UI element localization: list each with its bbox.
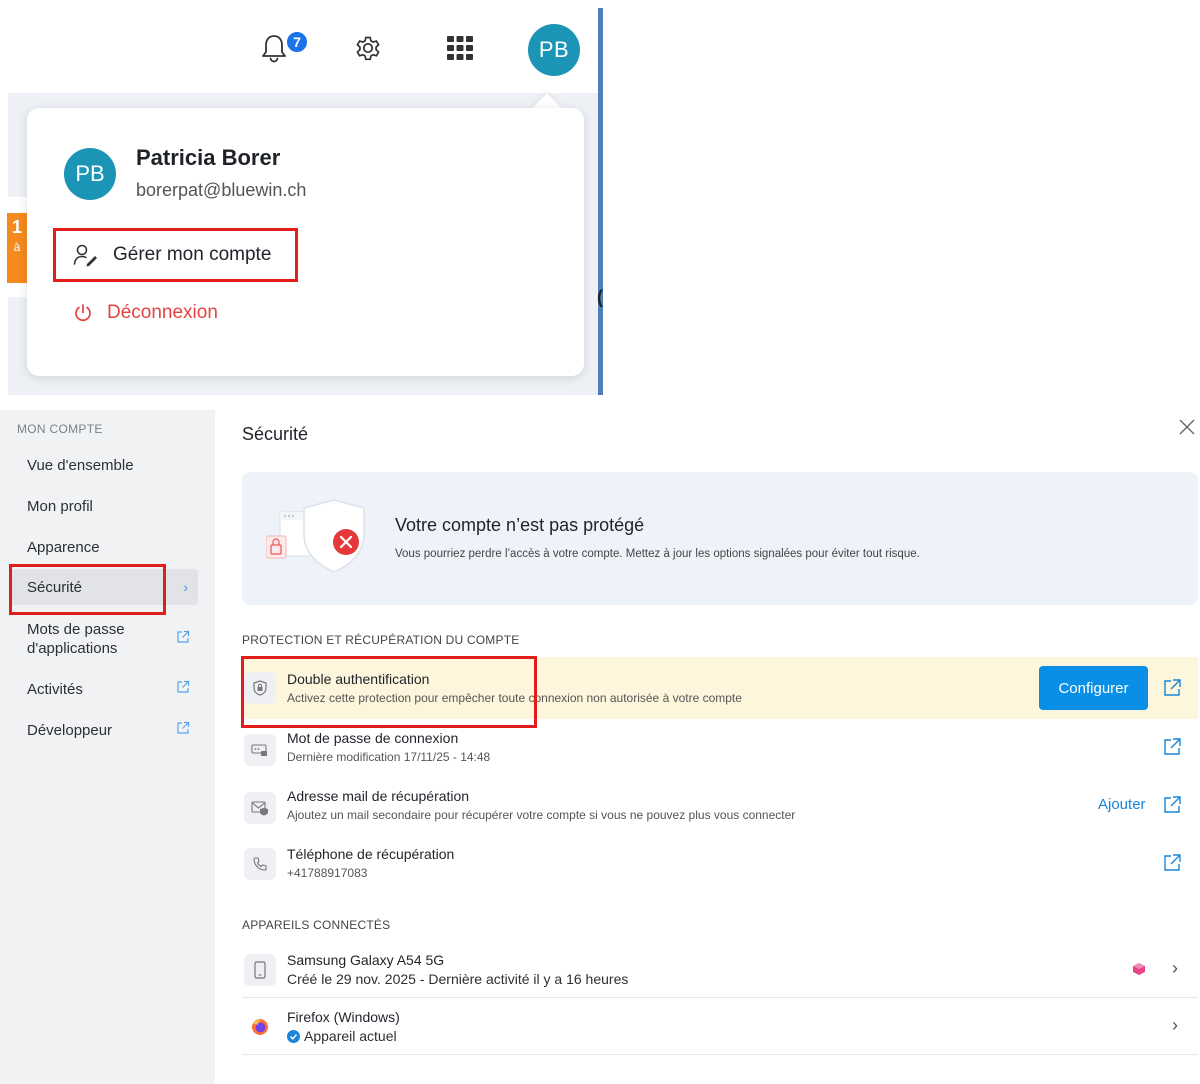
- power-icon: [75, 304, 91, 322]
- sidebar-item-overview[interactable]: Vue d'ensemble: [10, 452, 198, 478]
- logout-label: Déconnexion: [107, 302, 218, 323]
- sidebar-item-profile[interactable]: Mon profil: [10, 493, 198, 519]
- background-text-fragment: (: [597, 287, 603, 307]
- sidebar-item-security[interactable]: Sécurité ›: [10, 569, 198, 605]
- settings-button[interactable]: [348, 28, 388, 68]
- row-title: Double authentification: [287, 671, 430, 687]
- side-tab-number: 1: [11, 217, 22, 237]
- manage-account-button[interactable]: Gérer mon compte: [53, 228, 298, 282]
- external-link-icon: [176, 721, 190, 739]
- check-circle-icon: [287, 1029, 300, 1043]
- apps-grid-icon: [447, 36, 473, 60]
- device-row[interactable]: Samsung Galaxy A54 5G Créé le 29 nov. 20…: [242, 942, 1198, 998]
- devices-section-heading: APPAREILS CONNECTÉS: [242, 918, 391, 932]
- user-email: borerpat@bluewin.ch: [136, 180, 307, 200]
- sidebar-item-label: Apparence: [27, 538, 100, 556]
- shield-lock-icon: [244, 672, 276, 704]
- user-name: Patricia Borer: [136, 145, 281, 170]
- manage-account-label: Gérer mon compte: [113, 244, 272, 265]
- chevron-right-icon: ›: [1172, 958, 1178, 978]
- close-icon: [1179, 419, 1195, 435]
- account-menu-screenshot: 1 à ( 7 PB PB Patricia Borer borerpat@bl: [0, 0, 610, 395]
- side-tab-letter: à: [13, 240, 21, 254]
- close-button[interactable]: [1178, 418, 1196, 441]
- row-subtitle: Dernière modification 17/11/25 - 14:48: [287, 750, 491, 764]
- unprotected-shield-illustration: [266, 499, 365, 573]
- external-link-icon: [176, 680, 190, 698]
- device-row[interactable]: Firefox (Windows) Appareil actuel ›: [242, 999, 1198, 1055]
- apps-button[interactable]: [440, 28, 480, 68]
- protection-section-heading: PROTECTION ET RÉCUPÉRATION DU COMPTE: [242, 633, 520, 647]
- external-link-icon[interactable]: [1162, 737, 1182, 762]
- security-warning-banner: [242, 472, 1198, 605]
- row-title: Téléphone de récupération: [287, 846, 455, 862]
- firefox-icon: [244, 1011, 276, 1043]
- sidebar-item-developer[interactable]: Développeur: [10, 717, 198, 743]
- logout-button[interactable]: Déconnexion: [73, 302, 218, 324]
- user-edit-icon: [73, 244, 97, 267]
- device-name: Samsung Galaxy A54 5G: [287, 952, 445, 968]
- external-link-icon[interactable]: [1162, 795, 1182, 820]
- popup-avatar: PB: [64, 148, 116, 200]
- device-detail: Créé le 29 nov. 2025 - Dernière activité…: [287, 971, 629, 987]
- row-title: Adresse mail de récupération: [287, 788, 470, 804]
- row-title: Mot de passe de connexion: [287, 730, 459, 746]
- sidebar-item-appearance[interactable]: Apparence: [10, 534, 198, 560]
- sidebar-item-activities[interactable]: Activités: [10, 676, 198, 702]
- add-recovery-email-link[interactable]: Ajouter: [1098, 796, 1146, 813]
- banner-subtitle: Vous pourriez perdre l’accès à votre com…: [395, 548, 920, 560]
- sidebar-item-label: Sécurité: [27, 578, 83, 596]
- external-link-icon[interactable]: [1162, 853, 1182, 878]
- app-cube-icon: [1132, 962, 1146, 981]
- banner-title: Votre compte n’est pas protégé: [395, 515, 645, 535]
- sidebar-item-app-passwords[interactable]: Mots de passe d'applications: [10, 619, 198, 659]
- notification-count-badge: 7: [285, 30, 309, 54]
- login-password-row: Mot de passe de connexion Dernière modif…: [242, 724, 1198, 774]
- recovery-phone-row: Téléphone de récupération +41788917083: [242, 840, 1198, 890]
- sidebar-heading: MON COMPTE: [17, 422, 103, 436]
- device-name: Firefox (Windows): [287, 1009, 400, 1025]
- sidebar-item-label: Mots de passe d'applications: [27, 621, 125, 657]
- smartphone-icon: [244, 954, 276, 986]
- phone-icon: [244, 848, 276, 880]
- chevron-right-icon: ›: [1172, 1015, 1178, 1035]
- current-device-badge: Appareil actuel: [287, 1028, 397, 1044]
- configure-button[interactable]: Configurer: [1039, 666, 1148, 710]
- gear-icon: [356, 36, 380, 61]
- window-edge: [598, 8, 603, 395]
- external-link-icon[interactable]: [1162, 678, 1182, 703]
- device-detail: Appareil actuel: [304, 1028, 397, 1044]
- row-subtitle: +41788917083: [287, 866, 368, 880]
- mail-shield-icon: [244, 792, 276, 824]
- bell-icon: [262, 35, 286, 63]
- sidebar-item-label: Activités: [27, 680, 83, 698]
- sidebar-item-label: Mon profil: [27, 497, 93, 515]
- user-avatar-button[interactable]: PB: [528, 24, 580, 76]
- password-icon: [244, 734, 276, 766]
- page-title: Sécurité: [242, 424, 309, 444]
- sidebar-item-label: Développeur: [27, 721, 113, 739]
- sidebar-item-label: Vue d'ensemble: [27, 456, 134, 474]
- chevron-right-icon: ›: [183, 579, 188, 595]
- row-subtitle: Ajoutez un mail secondaire pour récupére…: [287, 808, 796, 822]
- side-tab[interactable]: 1 à: [7, 213, 27, 283]
- recovery-email-row: Adresse mail de récupération Ajoutez un …: [242, 782, 1198, 832]
- row-subtitle: Activez cette protection pour empêcher t…: [287, 691, 742, 705]
- external-link-icon: [176, 630, 190, 649]
